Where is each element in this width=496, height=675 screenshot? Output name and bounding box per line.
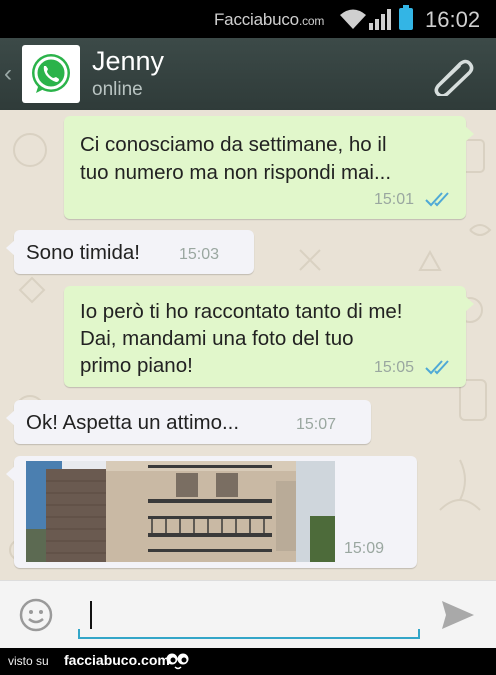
message-incoming-image[interactable]: 15:09 xyxy=(6,456,417,568)
message-outgoing[interactable]: Ci conosciamo da settimane, ho il tuo nu… xyxy=(64,116,474,219)
whatsapp-logo-icon xyxy=(32,54,70,93)
contact-status: online xyxy=(92,79,143,100)
message-outgoing[interactable]: Io però ti ho raccontato tanto di me! Da… xyxy=(64,286,474,387)
battery-icon xyxy=(399,5,413,30)
wifi-icon xyxy=(340,9,366,29)
message-text: Ok! Aspetta un attimo... xyxy=(26,411,240,434)
message-input[interactable] xyxy=(78,595,420,639)
paperclip-icon[interactable] xyxy=(430,54,474,96)
double-check-icon xyxy=(425,192,449,207)
footer-visto-text: visto su xyxy=(8,654,49,668)
text-caret xyxy=(90,601,92,629)
footer-site[interactable]: facciabuco.com xyxy=(64,652,170,668)
message-text: Dai, mandami una foto del tuo xyxy=(80,327,354,350)
status-brand: Facciabuco.com xyxy=(214,10,325,29)
message-time: 15:01 xyxy=(374,191,415,208)
message-incoming[interactable]: Ok! Aspetta un attimo... 15:07 xyxy=(6,400,371,444)
message-time: 15:09 xyxy=(344,540,385,557)
message-time: 15:05 xyxy=(374,359,415,376)
message-text: Sono timida! xyxy=(26,241,140,264)
chat-area[interactable]: Ci conosciamo da settimane, ho il tuo nu… xyxy=(0,110,496,580)
message-text: Ci conosciamo da settimane, ho il xyxy=(80,133,387,156)
smiley-icon[interactable] xyxy=(18,597,54,633)
status-clock: 16:02 xyxy=(425,7,481,32)
double-check-icon xyxy=(425,360,449,375)
composer-bar xyxy=(0,580,496,648)
chevron-left-icon[interactable]: ‹ xyxy=(4,60,12,88)
message-text: primo piano! xyxy=(80,354,193,377)
chat-header: ‹ Jenny online xyxy=(0,38,496,110)
message-text: Io però ti ho raccontato tanto di me! xyxy=(80,300,403,323)
photo-building-icon[interactable] xyxy=(26,461,335,562)
message-text: tuo numero ma non rispondi mai... xyxy=(80,161,392,184)
message-time: 15:07 xyxy=(296,416,337,433)
send-arrow-icon[interactable] xyxy=(440,599,476,631)
contact-name[interactable]: Jenny xyxy=(92,46,164,77)
message-time: 15:03 xyxy=(179,246,220,263)
signal-icon xyxy=(369,9,391,30)
status-bar: Facciabuco.com 16:02 xyxy=(0,0,496,38)
watermark-footer: visto su facciabuco.com xyxy=(0,648,496,675)
eyes-icon xyxy=(166,653,189,670)
avatar[interactable] xyxy=(22,45,80,103)
message-incoming[interactable]: Sono timida! 15:03 xyxy=(6,230,254,274)
